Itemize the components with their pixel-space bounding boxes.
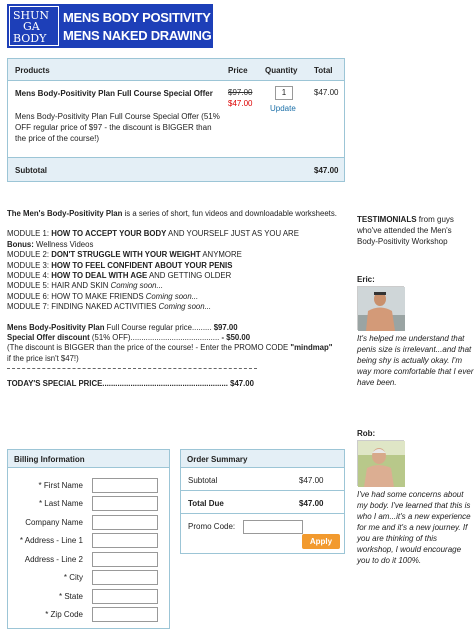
- old-price: $97.00: [228, 88, 253, 97]
- line-total: $47.00: [314, 88, 339, 97]
- total-due-value: $47.00: [299, 499, 324, 508]
- last-name-label: * Last Name: [38, 499, 83, 508]
- testimonial-eric-name: Eric:: [357, 275, 375, 284]
- discount-note: (The discount is BIGGER than the price o…: [7, 343, 333, 363]
- site-logo[interactable]: SHUN GA BODY MENS BODY POSITIVITY MENS N…: [7, 4, 213, 48]
- company-row: Company Name: [8, 515, 171, 531]
- col-price: Price: [228, 66, 248, 75]
- city-row: * City: [8, 570, 171, 586]
- testimonial-rob-quote: I've had some concerns about my body. I'…: [357, 490, 471, 565]
- order-subtotal-value: $47.00: [299, 476, 324, 485]
- promo-code-input[interactable]: [243, 520, 303, 534]
- cart-table: Products Price Quantity Total Mens Body-…: [7, 58, 345, 182]
- order-summary-title: Order Summary: [181, 450, 344, 468]
- order-summary: Order Summary Subtotal $47.00 Total Due …: [180, 449, 345, 554]
- module-3: MODULE 3: HOW TO FEEL CONFIDENT ABOUT YO…: [7, 260, 233, 270]
- promo-label: Promo Code:: [188, 522, 236, 531]
- col-products: Products: [15, 66, 50, 75]
- billing-form: Billing Information * First Name * Last …: [7, 449, 170, 629]
- cart-subtotal-row: Subtotal $47.00: [8, 157, 344, 181]
- todays-price-line: TODAY'S SPECIAL PRICE...................…: [7, 379, 254, 389]
- zip-label: * Zip Code: [45, 610, 83, 619]
- order-subtotal-label: Subtotal: [188, 476, 218, 485]
- regular-price-line: Mens Body-Positivity Plan Full Course re…: [7, 322, 238, 332]
- logo-letters-2: GA: [23, 20, 40, 33]
- sale-price: $47.00: [228, 99, 253, 108]
- bonus-line: Bonus: Wellness Videos: [7, 239, 94, 249]
- module-2: MODULE 2: DON'T STRUGGLE WITH YOUR WEIGH…: [7, 250, 242, 260]
- logo-title-line2: MENS NAKED DRAWING: [63, 28, 212, 43]
- zip-row: * Zip Code: [8, 607, 171, 623]
- address1-input[interactable]: [92, 533, 158, 548]
- total-due-label: Total Due: [188, 499, 224, 508]
- subtotal-label: Subtotal: [15, 166, 47, 175]
- eric-photo: [357, 286, 405, 331]
- col-quantity: Quantity: [265, 66, 298, 75]
- first-name-label: * First Name: [38, 481, 83, 490]
- course-description: The Men's Body-Positivity Plan is a seri…: [7, 209, 337, 390]
- module-4: MODULE 4: HOW TO DEAL WITH AGE AND GETTI…: [7, 271, 232, 281]
- logo-title-line1: MENS BODY POSITIVITY: [63, 10, 211, 25]
- address1-label: * Address - Line 1: [19, 536, 83, 545]
- order-divider: [181, 490, 344, 491]
- module-5: MODULE 5: HAIR AND SKIN Coming soon...: [7, 281, 164, 291]
- order-divider-2: [181, 513, 344, 514]
- subtotal-value: $47.00: [314, 166, 339, 175]
- update-link[interactable]: Update: [270, 104, 296, 113]
- state-row: * State: [8, 589, 171, 605]
- module-1: MODULE 1: HOW TO ACCEPT YOUR BODY AND YO…: [7, 229, 299, 239]
- address1-row: * Address - Line 1: [8, 533, 171, 549]
- discount-line: Special Offer discount (51% OFF)........…: [7, 333, 251, 343]
- product-description: Mens Body-Positivity Plan Full Course Sp…: [15, 112, 220, 143]
- product-name: Mens Body-Positivity Plan Full Course Sp…: [15, 89, 213, 98]
- first-name-row: * First Name: [8, 478, 171, 494]
- address2-label: Address - Line 2: [24, 555, 83, 564]
- testimonial-rob-name: Rob:: [357, 429, 376, 438]
- logo-mark: SHUN GA BODY: [9, 6, 59, 46]
- rob-photo: [357, 440, 405, 487]
- testimonial-eric-quote: It's helped me understand that penis siz…: [357, 334, 474, 387]
- last-name-input[interactable]: [92, 496, 158, 511]
- zip-input[interactable]: [92, 607, 158, 622]
- logo-letters-3: BODY: [13, 32, 47, 45]
- state-label: * State: [58, 592, 83, 601]
- city-label: * City: [63, 573, 83, 582]
- state-input[interactable]: [92, 589, 158, 604]
- city-input[interactable]: [92, 570, 158, 585]
- rob-photo-image: [358, 441, 405, 487]
- address2-input[interactable]: [92, 552, 158, 567]
- eric-photo-image: [358, 287, 405, 331]
- apply-button[interactable]: Apply: [302, 534, 340, 549]
- company-input[interactable]: [92, 515, 158, 530]
- cart-header: Products Price Quantity Total: [8, 59, 344, 81]
- company-label: Company Name: [25, 518, 83, 527]
- last-name-row: * Last Name: [8, 496, 171, 512]
- address2-row: Address - Line 2: [8, 552, 171, 568]
- col-total: Total: [314, 66, 333, 75]
- billing-title: Billing Information: [8, 450, 169, 468]
- testimonials-heading: TESTIMONIALS from guys who've attended t…: [357, 215, 454, 246]
- intro-text: The Men's Body-Positivity Plan is a seri…: [7, 209, 337, 218]
- module-7: MODULE 7: FINDING NAKED ACTIVITIES Comin…: [7, 302, 212, 312]
- first-name-input[interactable]: [92, 478, 158, 493]
- module-6: MODULE 6: HOW TO MAKE FRIENDS Coming soo…: [7, 291, 199, 301]
- quantity-input[interactable]: 1: [275, 86, 293, 100]
